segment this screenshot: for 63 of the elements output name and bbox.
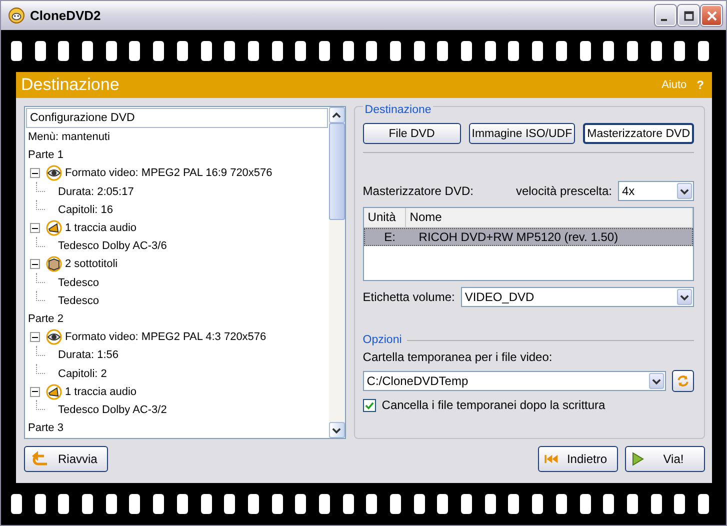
eye-icon (46, 329, 62, 346)
column-header[interactable]: Nome (406, 208, 693, 227)
tree-item[interactable]: Capitoli: 16 (58, 204, 114, 216)
column-header[interactable]: Unità (364, 208, 406, 227)
tree-item[interactable]: Menù: mantenuti (28, 131, 110, 144)
speed-dropdown[interactable]: 4x (618, 181, 694, 201)
minimize-icon (661, 18, 667, 20)
return-arrow-icon (30, 451, 50, 467)
tree-item[interactable]: Tedesco (58, 276, 99, 289)
tree-item[interactable]: 1 traccia audio (65, 386, 137, 398)
tree-header: Configurazione DVD (26, 108, 328, 128)
target-button[interactable]: Masterizzatore DVD (583, 123, 694, 144)
tree-item[interactable]: Capitoli: 2 (58, 368, 107, 380)
caret-icon (652, 376, 661, 386)
rewind-icon (544, 452, 559, 466)
close-button[interactable] (701, 5, 722, 26)
refresh-icon (676, 374, 690, 388)
tree-item[interactable]: 1 traccia audio (65, 222, 137, 234)
field-label: velocità prescelta: (516, 184, 612, 198)
scrollbar[interactable] (328, 107, 345, 438)
tree-item[interactable]: Durata: 1:56 (58, 349, 119, 362)
tree-item[interactable]: Formato video: MPEG2 PAL 4:3 720x576 (65, 331, 266, 344)
tree-item[interactable]: Durata: 2:05:17 (58, 186, 134, 198)
field-label: Etichetta volume: (362, 290, 455, 304)
minimize-button[interactable] (655, 5, 676, 26)
restart-button[interactable]: Riavvia (24, 446, 108, 472)
maximize-icon (684, 10, 694, 20)
refresh-button[interactable] (672, 370, 694, 392)
play-icon (631, 452, 645, 466)
eye-icon (46, 165, 62, 182)
window-title: CloneDVD2 (30, 8, 101, 23)
section-title: Destinazione (362, 104, 434, 116)
tree-item[interactable]: Parte 2 (28, 312, 64, 325)
back-button[interactable]: Indietro (538, 446, 618, 472)
tree-item[interactable]: Tedesco Dolby AC-3/2 (58, 404, 167, 416)
tree-item[interactable]: Tedesco (58, 294, 99, 307)
collapse-toggle[interactable] (30, 223, 40, 234)
tree-item[interactable]: Parte 1 (28, 149, 64, 162)
maximize-button[interactable] (678, 5, 699, 26)
table-row[interactable]: E: RICOH DVD+RW MP5120 (rev. 1.50) (364, 228, 693, 246)
section-title: Opzioni (362, 334, 404, 346)
close-icon (706, 10, 716, 20)
tree-item[interactable]: Tedesco Dolby AC-3/6 (58, 240, 167, 252)
target-button[interactable]: File DVD (362, 123, 461, 144)
go-button[interactable]: Via! (625, 446, 705, 472)
checkmark-icon (364, 400, 374, 410)
target-button[interactable]: Immagine ISO/UDF (468, 123, 576, 144)
volume-dropdown[interactable]: VIDEO_DVD (460, 287, 694, 307)
collapse-toggle[interactable] (30, 332, 40, 342)
collapse-toggle[interactable] (30, 386, 40, 397)
tree-item[interactable]: 2 sottotitoli (65, 258, 118, 270)
folder-dropdown[interactable]: C:/CloneDVDTemp (362, 371, 666, 391)
tree-item[interactable]: Parte 3 (28, 422, 64, 434)
caret-icon (680, 186, 689, 196)
checkbox[interactable] (362, 398, 376, 412)
page-title: Destinazione (21, 75, 120, 95)
field-label: Cartella temporanea per i file video: (362, 350, 554, 364)
caret-icon (680, 292, 689, 302)
collapse-toggle[interactable] (30, 259, 40, 270)
checkbox-label: Cancella i file temporanei dopo la scrittura (382, 398, 606, 412)
tree-item[interactable]: Formato video: MPEG2 PAL 16:9 720x576 (65, 167, 272, 180)
collapse-toggle[interactable] (30, 168, 40, 178)
field-label: Masterizzatore DVD: (362, 184, 474, 198)
